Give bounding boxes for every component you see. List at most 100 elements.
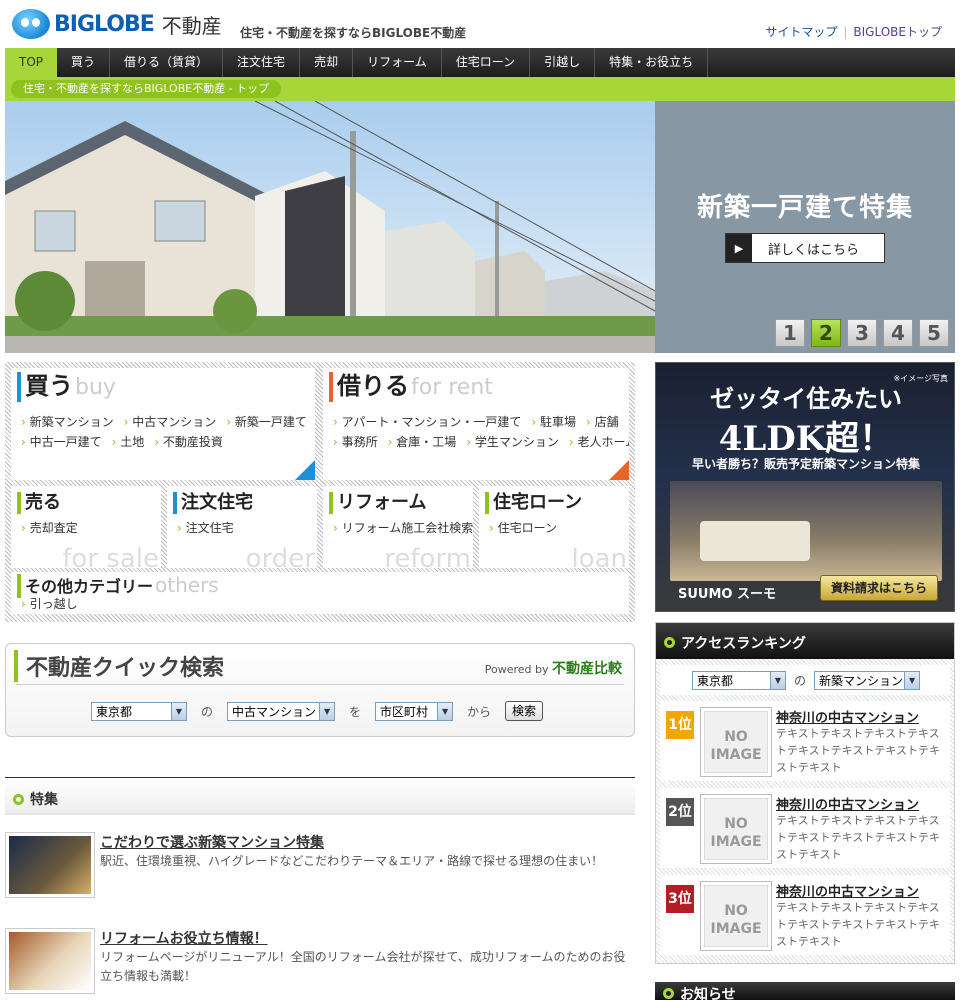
- hero-page-4[interactable]: 4: [883, 319, 913, 347]
- chevron-down-icon: ▼: [319, 702, 335, 720]
- category-reform[interactable]: リフォーム リフォーム施工会社検索 reform: [323, 486, 473, 568]
- link-nursing-home[interactable]: 老人ホーム: [569, 435, 629, 449]
- ranking-item-text: テキストテキストテキストテキストテキストテキストテキストテキストテキスト: [776, 814, 941, 861]
- search-button[interactable]: 検索: [505, 701, 544, 721]
- ranking-type-select[interactable]: 新築マンション ▼: [814, 670, 921, 690]
- nav-moving[interactable]: 引越し: [530, 48, 596, 77]
- ad-line-2: 4LDK超！: [718, 419, 894, 459]
- link-investment[interactable]: 不動産投資: [154, 435, 223, 449]
- property-type-select[interactable]: 中古マンション ▼: [227, 701, 336, 721]
- nav-custom-house[interactable]: 注文住宅: [223, 48, 301, 77]
- feature-title-link[interactable]: こだわりで選ぶ新築マンション特集: [100, 832, 324, 852]
- logo-suffix: 不動産: [161, 13, 222, 38]
- ranking-prefecture-select[interactable]: 東京都 ▼: [692, 670, 786, 690]
- feature-title-link[interactable]: リフォームお役立ち情報！: [100, 928, 268, 948]
- hero-page-2[interactable]: 2: [811, 319, 841, 347]
- nav-features[interactable]: 特集・お役立ち: [595, 48, 709, 77]
- suumo-ad-banner[interactable]: ※イメージ写真 ゼッタイ住みたい 4LDK超！ 早い者勝ち？販売予定新築マンショ…: [655, 362, 955, 612]
- powered-by: Powered by 不動産比較: [484, 661, 622, 677]
- city-select[interactable]: 市区町村 ▼: [375, 701, 454, 721]
- nav-sell[interactable]: 売却: [300, 48, 354, 77]
- chevron-down-icon: ▼: [904, 671, 920, 689]
- quick-search-title: 不動産クイック検索: [14, 650, 224, 682]
- ranking-item-link[interactable]: 神奈川の中古マンション: [776, 794, 919, 813]
- hero-page-5[interactable]: 5: [919, 319, 949, 347]
- link-loan[interactable]: 住宅ローン: [489, 521, 557, 535]
- features-title: 特集: [30, 792, 58, 808]
- ring-bullet-icon: [663, 988, 674, 999]
- category-links: アパート・マンション・一戸建て駐車場店舗 事務所倉庫・工場学生マンション老人ホー…: [333, 412, 629, 452]
- nav-buy[interactable]: 買う: [57, 48, 111, 77]
- site-header: BIGLOBE 不動産 住宅・不動産を探すならBIGLOBE不動産 サイトマップ…: [0, 0, 960, 48]
- link-new-house[interactable]: 新築一戸建て: [226, 415, 307, 429]
- global-nav: TOP 買う 借りる（賃貸） 注文住宅 売却 リフォーム 住宅ローン 引越し 特…: [5, 48, 955, 77]
- link-used-mansion[interactable]: 中古マンション: [124, 415, 217, 429]
- ranking-item-text: テキストテキストテキストテキストテキストテキストテキストテキストテキスト: [776, 727, 941, 774]
- category-links: 売却査定: [21, 518, 153, 538]
- category-order[interactable]: 注文住宅 注文住宅 order: [167, 486, 317, 568]
- ranking-item: 2位 NO IMAGE 神奈川の中古マンション テキストテキストテキストテキスト…: [660, 788, 950, 868]
- link-warehouse[interactable]: 倉庫・工場: [388, 435, 457, 449]
- category-loan[interactable]: 住宅ローン 住宅ローン loan: [479, 486, 629, 568]
- category-title: リフォーム: [329, 492, 426, 514]
- link-moving[interactable]: 引っ越し: [21, 597, 78, 611]
- hero-side-panel: 新築一戸建て特集 ▶ 詳しくはこちら: [655, 101, 955, 353]
- tagline: 住宅・不動産を探すならBIGLOBE不動産: [240, 26, 467, 40]
- feature-item: こだわりで選ぶ新築マンション特集 駅近、住環境重視、ハイグレードなどこだわりテー…: [5, 832, 635, 902]
- link-used-house[interactable]: 中古一戸建て: [21, 435, 102, 449]
- link-student[interactable]: 学生マンション: [466, 435, 559, 449]
- hero-page-3[interactable]: 3: [847, 319, 877, 347]
- breadcrumb: 住宅・不動産を探すならBIGLOBE不動産 - トップ: [11, 80, 282, 98]
- ranking-item: 1位 NO IMAGE 神奈川の中古マンション テキストテキストテキストテキスト…: [660, 701, 950, 781]
- category-others[interactable]: その他カテゴリーothers 引っ越し: [11, 572, 629, 614]
- category-links: 新築マンション中古マンション新築一戸建て 中古一戸建て土地不動産投資: [21, 412, 307, 452]
- ring-bullet-icon: [13, 793, 24, 805]
- feature-thumbnail[interactable]: [5, 928, 95, 994]
- ranking-item-link[interactable]: 神奈川の中古マンション: [776, 707, 919, 726]
- hero-pager: 1 2 3 4 5: [775, 319, 949, 347]
- ad-request-button[interactable]: 資料請求はこちら: [819, 575, 938, 601]
- hero-detail-button[interactable]: ▶ 詳しくはこちら: [725, 233, 885, 263]
- particle-no: の: [794, 673, 807, 688]
- powered-brand: 不動産比較: [552, 661, 622, 677]
- link-land[interactable]: 土地: [112, 435, 145, 449]
- biglobe-top-link[interactable]: BIGLOBEトップ: [853, 25, 942, 39]
- ranking-header: アクセスランキング: [656, 623, 954, 659]
- nav-rent[interactable]: 借りる（賃貸）: [110, 48, 224, 77]
- sitemap-link[interactable]: サイトマップ: [765, 25, 837, 39]
- hero-page-1[interactable]: 1: [775, 319, 805, 347]
- feature-thumbnail[interactable]: [5, 832, 95, 898]
- no-image-placeholder[interactable]: NO IMAGE: [700, 707, 772, 777]
- category-en-label: loan: [571, 544, 627, 568]
- category-sell[interactable]: 売る 売却査定 for sale: [11, 486, 161, 568]
- ad-room-image: [670, 481, 942, 581]
- nav-top[interactable]: TOP: [5, 48, 58, 77]
- link-order-house[interactable]: 注文住宅: [177, 521, 234, 535]
- prefecture-select[interactable]: 東京都 ▼: [91, 701, 187, 721]
- category-buy[interactable]: 買うbuy 新築マンション中古マンション新築一戸建て 中古一戸建て土地不動産投資: [11, 368, 315, 480]
- site-logo[interactable]: BIGLOBE 不動産: [12, 9, 222, 39]
- top-links: サイトマップ | BIGLOBEトップ: [765, 23, 942, 40]
- divider: |: [843, 25, 848, 39]
- access-ranking: アクセスランキング 東京都 ▼ の 新築マンション ▼ 1位 NO IMAGE 神奈…: [655, 622, 955, 964]
- link-assessment[interactable]: 売却査定: [21, 521, 78, 535]
- link-parking[interactable]: 駐車場: [531, 415, 576, 429]
- no-image-placeholder[interactable]: NO IMAGE: [700, 881, 772, 951]
- chevron-down-icon: ▼: [171, 702, 186, 720]
- feature-item: リフォームお役立ち情報！ リフォームページがリニューアル！全国のリフォーム会社が…: [5, 928, 635, 998]
- link-new-mansion[interactable]: 新築マンション: [21, 415, 114, 429]
- category-en-label: reform: [384, 544, 471, 568]
- link-apartment[interactable]: アパート・マンション・一戸建て: [333, 415, 521, 429]
- category-rent[interactable]: 借りるfor rent アパート・マンション・一戸建て駐車場店舗 事務所倉庫・工…: [323, 368, 629, 480]
- nav-loan[interactable]: 住宅ローン: [442, 48, 531, 77]
- link-reform-search[interactable]: リフォーム施工会社検索: [333, 521, 473, 535]
- ring-bullet-icon: [664, 637, 675, 648]
- category-title: 住宅ローン: [485, 492, 582, 514]
- ranking-item-link[interactable]: 神奈川の中古マンション: [776, 881, 919, 900]
- no-image-placeholder[interactable]: NO IMAGE: [700, 794, 772, 864]
- nav-reform[interactable]: リフォーム: [353, 48, 442, 77]
- features-header: 特集: [5, 777, 635, 815]
- ad-line-1: ゼッタイ住みたい: [710, 384, 902, 413]
- link-office[interactable]: 事務所: [333, 435, 378, 449]
- link-shop[interactable]: 店舗: [586, 415, 619, 429]
